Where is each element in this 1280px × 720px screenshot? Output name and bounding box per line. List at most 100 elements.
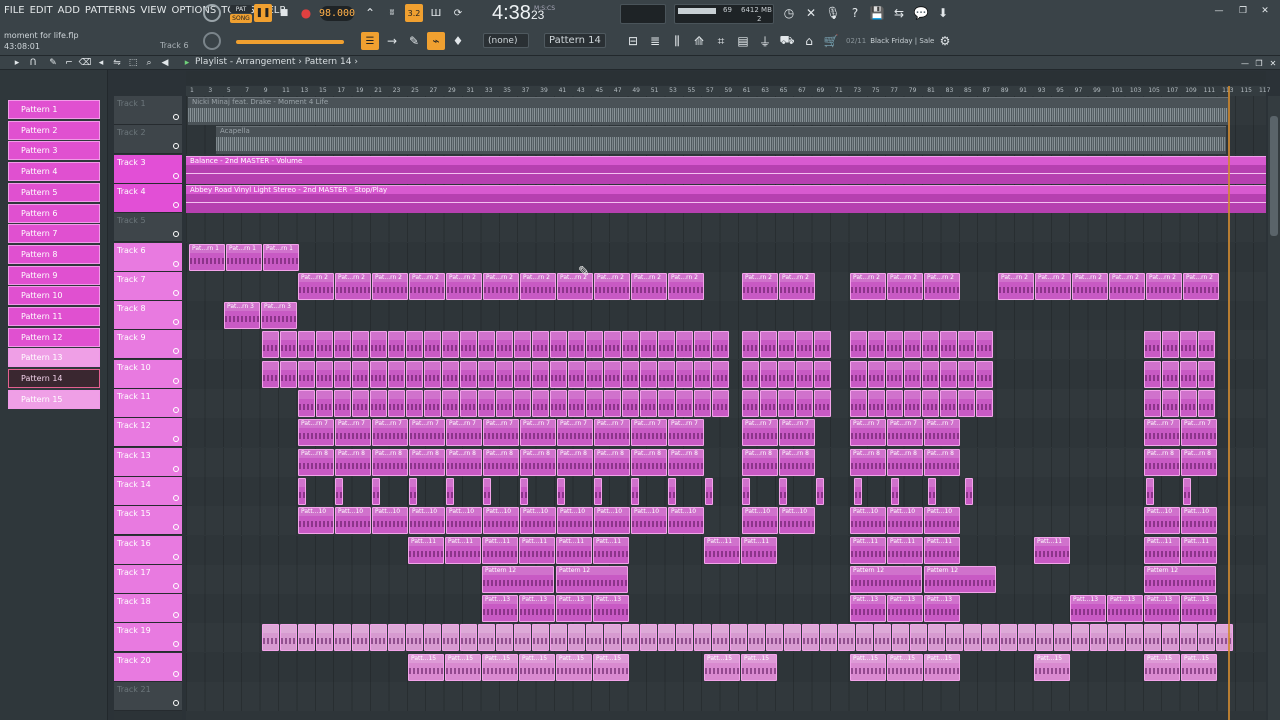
pattern-clip[interactable] xyxy=(280,624,297,652)
pat-mode-button[interactable]: PAT xyxy=(230,5,252,13)
pattern-clip[interactable] xyxy=(694,331,711,359)
pattern-clip[interactable] xyxy=(946,624,963,652)
track-mute-dot[interactable] xyxy=(173,114,179,120)
pattern-clip[interactable] xyxy=(424,331,441,359)
pattern-clip[interactable] xyxy=(388,331,405,359)
pattern-clip[interactable] xyxy=(910,624,927,652)
pattern-clip[interactable] xyxy=(886,360,903,388)
gear-icon[interactable]: ⚙ xyxy=(936,32,954,50)
pattern-clip[interactable]: Patt...13 xyxy=(556,595,592,623)
pattern-clip[interactable] xyxy=(460,390,477,417)
pattern-clip[interactable] xyxy=(868,331,885,359)
pattern-clip[interactable]: Patt...15 xyxy=(445,653,481,681)
pattern-clip[interactable]: Pat...rn 2 xyxy=(1146,272,1182,300)
track-header-18[interactable]: Track 18 xyxy=(114,594,182,624)
pattern-clip[interactable] xyxy=(742,360,759,388)
pattern-clip[interactable] xyxy=(922,331,939,359)
stamp-icon[interactable]: ♦ xyxy=(449,32,467,50)
pattern-item-7[interactable]: Pattern 7 xyxy=(8,224,100,244)
pattern-clip[interactable] xyxy=(550,624,567,652)
pattern-clip[interactable]: Patt...15 xyxy=(1181,653,1217,681)
pattern-clip[interactable] xyxy=(658,331,675,359)
pattern-clip[interactable] xyxy=(676,331,693,359)
pattern-clip[interactable] xyxy=(424,390,441,417)
pattern-clip[interactable]: Patt...10 xyxy=(1181,507,1217,535)
vertical-scrollbar[interactable] xyxy=(1268,96,1280,720)
pattern-clip[interactable] xyxy=(1198,390,1215,417)
pattern-clip[interactable] xyxy=(1090,624,1107,652)
pattern-clip[interactable]: Patt...13 xyxy=(1181,595,1217,623)
pattern-clip[interactable]: Pat...rn 8 xyxy=(779,448,815,476)
pattern-clip[interactable]: Pat...rn 8 xyxy=(483,448,519,476)
pattern-clip[interactable] xyxy=(742,390,759,417)
track-header-19[interactable]: Track 19 xyxy=(114,623,182,653)
pattern-clip[interactable]: Pat...rn 7 xyxy=(779,419,815,447)
track-mute-dot[interactable] xyxy=(173,465,179,472)
pattern-clip[interactable] xyxy=(352,390,369,417)
pattern-clip[interactable] xyxy=(298,477,306,505)
pattern-clip[interactable] xyxy=(568,360,585,388)
pattern-clip[interactable] xyxy=(964,624,981,652)
playlist-icon[interactable]: ☰ xyxy=(361,32,379,50)
pattern-clip[interactable]: Pat...rn 1 xyxy=(189,243,225,271)
track-header-9[interactable]: Track 9 xyxy=(114,330,182,360)
pattern-clip[interactable] xyxy=(586,331,603,359)
pattern-clip[interactable] xyxy=(730,624,747,652)
pattern-clip[interactable]: Pat...rn 7 xyxy=(742,419,778,447)
pattern-item-12[interactable]: Pattern 12 xyxy=(8,327,100,347)
pattern-clip[interactable] xyxy=(550,390,567,417)
pattern-clip[interactable] xyxy=(622,390,639,417)
audio-clip[interactable]: Acapella xyxy=(216,126,1226,155)
track-header-20[interactable]: Track 20 xyxy=(114,652,182,682)
pattern-clip[interactable]: Patt...10 xyxy=(483,507,519,535)
wait-icon[interactable]: ʬ xyxy=(383,4,401,22)
pattern-clip[interactable]: Patt...15 xyxy=(1144,653,1180,681)
pattern-clip[interactable]: Patt...10 xyxy=(887,507,923,535)
pattern-clip[interactable] xyxy=(668,477,676,505)
pattern-clip[interactable] xyxy=(370,331,387,359)
stop-icon[interactable]: ■ xyxy=(275,4,293,22)
pattern-clip[interactable] xyxy=(694,624,711,652)
pattern-clip[interactable]: Pat...rn 7 xyxy=(887,419,923,447)
track-mute-dot[interactable] xyxy=(173,612,179,619)
pattern-clip[interactable]: Pat...rn 7 xyxy=(924,419,960,447)
pattern-clip[interactable] xyxy=(940,360,957,388)
snap-select[interactable]: (none) xyxy=(483,33,529,48)
pattern-clip[interactable] xyxy=(594,477,602,505)
midi-icon[interactable]: ✕ xyxy=(802,4,820,22)
pattern-clip[interactable] xyxy=(1000,624,1017,652)
pattern-clip[interactable]: Pat...rn 8 xyxy=(298,448,334,476)
pattern-clip[interactable] xyxy=(557,477,565,505)
pattern-clip[interactable] xyxy=(496,390,513,417)
tempo-display[interactable]: 98.000 xyxy=(319,6,355,21)
pattern-clip[interactable]: Patt...13 xyxy=(887,595,923,623)
pattern-clip[interactable]: Pat...rn 7 xyxy=(594,419,630,447)
pattern-item-1[interactable]: Pattern 1 xyxy=(8,100,100,119)
track-row[interactable] xyxy=(186,301,1266,331)
pattern-clip[interactable] xyxy=(658,360,675,388)
pattern-clip[interactable] xyxy=(496,624,513,652)
pattern-clip[interactable] xyxy=(892,624,909,652)
pattern-clip[interactable]: Patt...15 xyxy=(887,653,923,681)
pattern-clip[interactable] xyxy=(388,624,405,652)
pattern-clip[interactable] xyxy=(982,624,999,652)
pattern-clip[interactable] xyxy=(694,390,711,417)
pattern-clip[interactable]: Patt...13 xyxy=(482,595,518,623)
pattern-clip[interactable]: Patt...11 xyxy=(887,536,923,564)
automation-clip[interactable]: Abbey Road Vinyl Light Stereo - 2nd MAST… xyxy=(186,184,1266,213)
pattern-clip[interactable]: Patt...15 xyxy=(556,653,592,681)
pattern-clip[interactable] xyxy=(928,624,945,652)
pattern-clip[interactable] xyxy=(442,331,459,359)
pattern-clip[interactable] xyxy=(1162,390,1179,417)
track-mute-dot[interactable] xyxy=(173,319,179,326)
pattern-clip[interactable] xyxy=(372,477,380,505)
pattern-clip[interactable] xyxy=(496,360,513,388)
pattern-clip[interactable] xyxy=(604,331,621,359)
pattern-clip[interactable]: Pat...rn 2 xyxy=(668,272,704,300)
pattern-clip[interactable]: Patt...13 xyxy=(1107,595,1143,623)
pattern-clip[interactable] xyxy=(478,331,495,359)
pattern-clip[interactable] xyxy=(676,624,693,652)
pattern-clip[interactable]: Pat...rn 7 xyxy=(520,419,556,447)
pattern-clip[interactable] xyxy=(478,360,495,388)
pattern-clip[interactable]: Pat...rn 2 xyxy=(850,272,886,300)
